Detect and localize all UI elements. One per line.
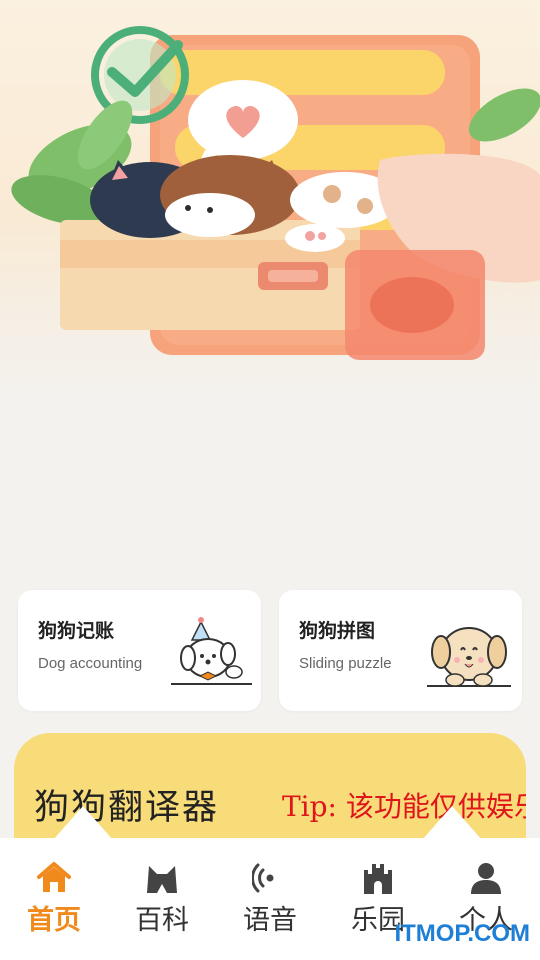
nav-item-voice[interactable]: 语音 <box>216 838 324 948</box>
translator-tip: Tip: 该功能仅供娱乐 <box>282 790 526 823</box>
card-subtitle: Sliding puzzle <box>299 655 392 672</box>
nav-notch <box>422 806 482 840</box>
hero-illustration <box>0 0 540 400</box>
home-icon <box>37 862 71 892</box>
castle-icon <box>364 864 392 894</box>
nav-item-home[interactable]: 首页 <box>0 838 108 948</box>
nav-label: 语音 <box>243 905 297 936</box>
nav-label: 首页 <box>27 905 81 936</box>
nav-item-encyclopedia[interactable]: 百科 <box>108 838 216 948</box>
sliding-puzzle-card[interactable]: 狗狗拼图 Sliding puzzle <box>279 590 522 711</box>
nav-label: 百科 <box>135 905 189 936</box>
watermark: ITMOP.COM <box>394 920 530 947</box>
card-title: 狗狗拼图 <box>299 620 376 642</box>
party-dog-icon <box>171 617 252 685</box>
happy-dog-icon <box>427 627 511 687</box>
card-subtitle: Dog accounting <box>38 655 143 672</box>
user-icon <box>471 863 501 894</box>
voice-icon <box>252 863 274 893</box>
cat-icon <box>147 866 177 893</box>
nav-notch <box>53 806 113 840</box>
dog-accounting-card[interactable]: 狗狗记账 Dog accounting <box>18 590 261 711</box>
card-title: 狗狗记账 <box>38 620 115 642</box>
